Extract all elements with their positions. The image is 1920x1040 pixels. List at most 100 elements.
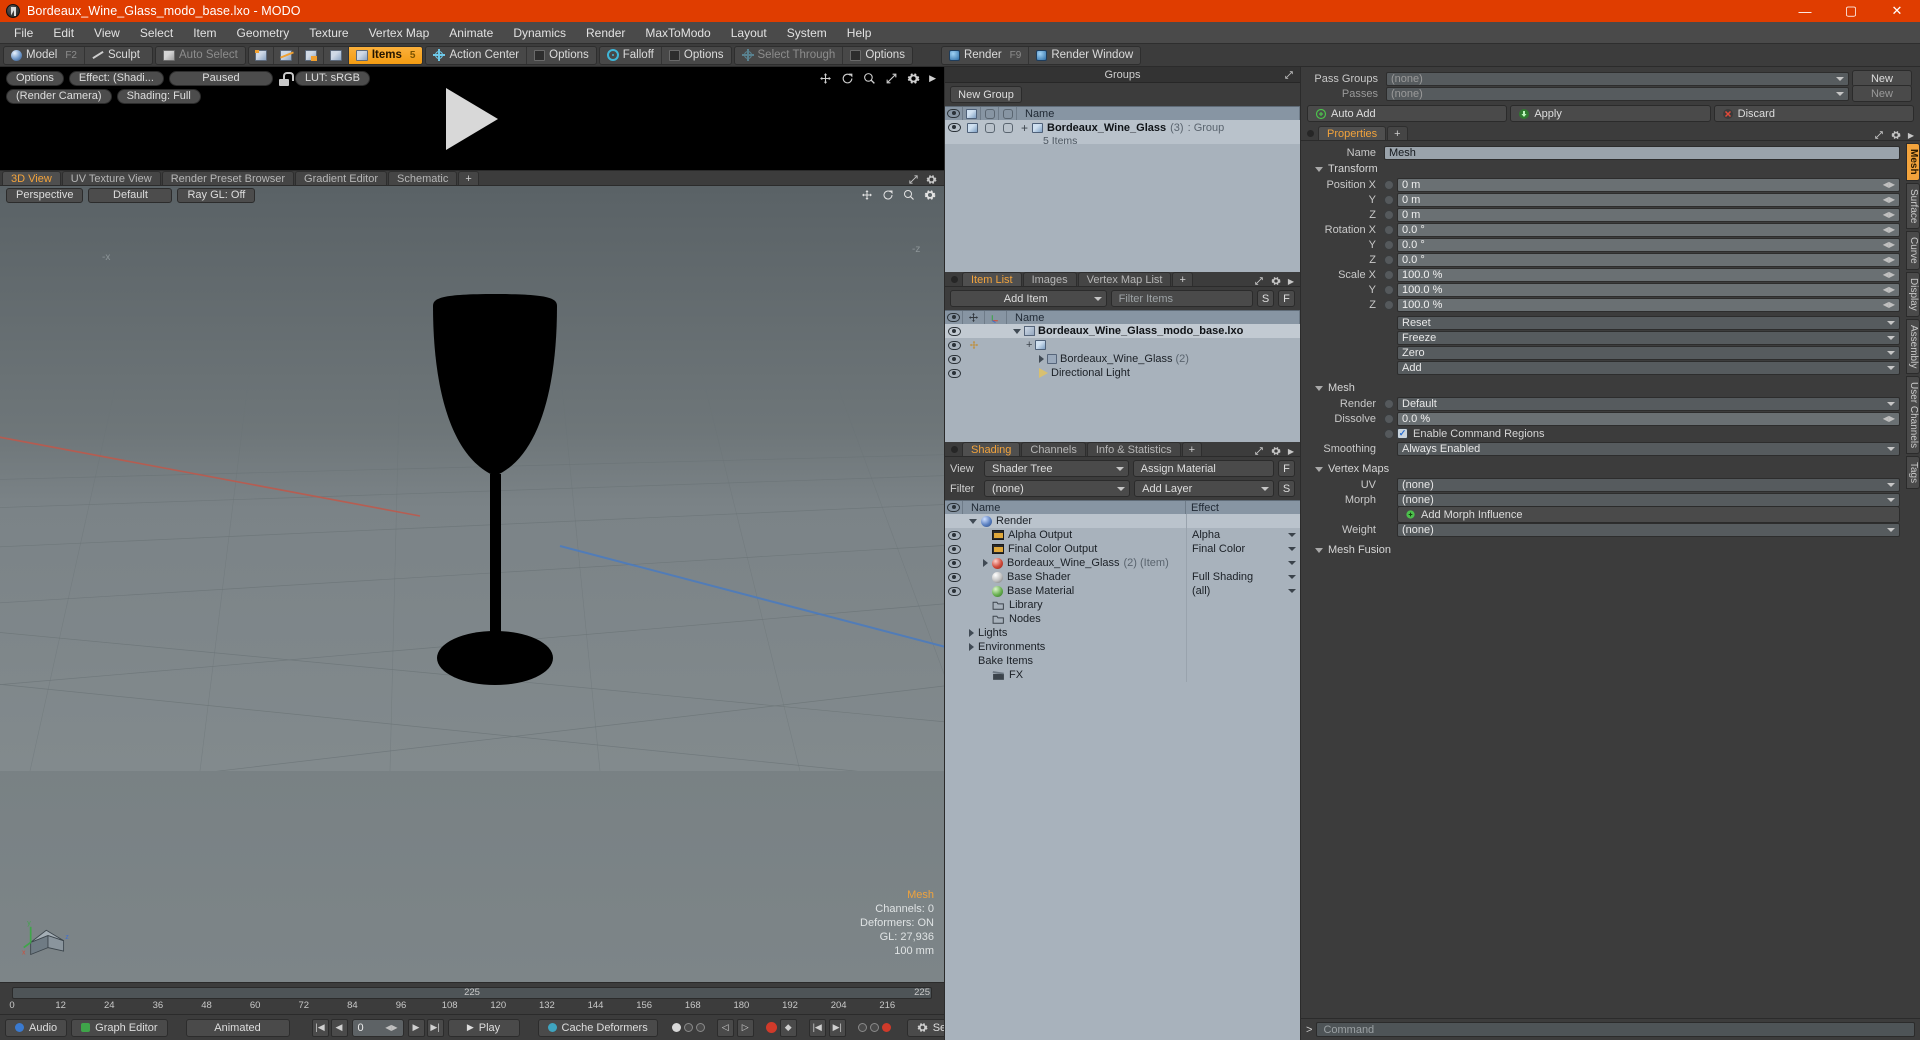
menu-render[interactable]: Render — [576, 22, 635, 44]
cache-deformers-button[interactable]: Cache Deformers — [537, 1018, 658, 1037]
transform-row-input[interactable]: 100.0 % ◀▶ — [1397, 267, 1900, 282]
add-layer-dropdown[interactable]: Add Layer — [1134, 480, 1274, 497]
shader-tree-row[interactable]: Alpha Output Alpha — [945, 528, 1300, 542]
gear-icon[interactable] — [1891, 130, 1901, 140]
expand-arrow-icon[interactable]: ▶ — [1288, 277, 1294, 286]
side-tab-mesh[interactable]: Mesh — [1906, 143, 1920, 181]
shader-tree-row[interactable]: Environments — [945, 640, 1300, 654]
step-forward-button[interactable]: ▶ — [407, 1018, 425, 1037]
mesh-render-dropdown[interactable]: Default — [1397, 396, 1900, 411]
menu-dynamics[interactable]: Dynamics — [503, 22, 576, 44]
name-input[interactable]: Mesh — [1384, 145, 1900, 160]
passes-dropdown[interactable]: (none) — [1386, 86, 1849, 101]
mute-toggle-icon[interactable] — [683, 1023, 693, 1032]
eye-icon[interactable] — [947, 123, 961, 132]
items-mode-button[interactable]: Items 5 — [347, 46, 423, 64]
move-icon[interactable] — [861, 189, 873, 201]
value-spinner-icon[interactable]: ◀▶ — [1883, 225, 1895, 234]
materials-mode-button[interactable] — [322, 46, 348, 64]
groups-list-body[interactable]: + Bordeaux_Wine_Glass (3) : Group 5 Item… — [945, 120, 1300, 272]
expand-icon[interactable] — [969, 629, 974, 637]
maximize-panel-icon[interactable] — [1254, 446, 1264, 456]
shader-tree-row[interactable]: Bake Items — [945, 654, 1300, 668]
gear-icon[interactable] — [907, 72, 920, 85]
value-spinner-icon[interactable]: ◀▶ — [1883, 270, 1895, 279]
shading-f-button[interactable]: F — [1278, 460, 1295, 477]
prev-key-button[interactable]: ◁ — [716, 1018, 734, 1037]
gear-icon[interactable] — [1271, 446, 1281, 456]
add-item-dropdown[interactable]: Add Item — [950, 290, 1107, 307]
tab-gradient-editor[interactable]: Gradient Editor — [295, 171, 387, 185]
transform-section-header[interactable]: Transform — [1305, 160, 1902, 177]
record-key-icon[interactable] — [765, 1022, 777, 1033]
apply-button[interactable]: Apply — [1510, 105, 1711, 122]
transform-row-input[interactable]: 100.0 % ◀▶ — [1397, 297, 1900, 312]
tab-info-statistics[interactable]: Info & Statistics — [1086, 442, 1181, 456]
menu-edit[interactable]: Edit — [43, 22, 84, 44]
channel-knob-icon[interactable] — [1384, 194, 1394, 205]
mesh-section-header[interactable]: Mesh — [1305, 379, 1902, 396]
link-toggle-icon[interactable] — [869, 1023, 879, 1032]
wine-glass-model[interactable] — [0, 186, 944, 771]
shader-tree-body[interactable]: Render Alpha Output Alpha Final Color Outpu… — [945, 514, 1300, 1040]
maximize-panel-icon[interactable] — [1874, 130, 1884, 140]
channel-knob-icon[interactable] — [1384, 254, 1394, 265]
menu-texture[interactable]: Texture — [299, 22, 358, 44]
viewport-raygl-button[interactable]: Ray GL: Off — [177, 187, 256, 203]
transform-action-dropdown[interactable]: Zero — [1397, 345, 1900, 360]
shader-tree-row[interactable]: Nodes — [945, 612, 1300, 626]
range-start-button[interactable]: |◀ — [808, 1018, 826, 1037]
tab-images[interactable]: Images — [1022, 272, 1077, 286]
transform-row-input[interactable]: 0.0 ° ◀▶ — [1397, 237, 1900, 252]
shader-tree-row[interactable]: Base Shader Full Shading — [945, 570, 1300, 584]
sculpt-mode-button[interactable]: Sculpt — [84, 46, 152, 64]
gear-icon[interactable] — [924, 189, 936, 201]
expand-icon[interactable] — [969, 643, 974, 651]
smoothing-dropdown[interactable]: Always Enabled — [1397, 441, 1900, 456]
eye-icon[interactable] — [947, 340, 961, 350]
auto-select-button[interactable]: Auto Select — [156, 47, 245, 64]
channel-knob-icon[interactable] — [1384, 179, 1394, 190]
vertices-mode-button[interactable] — [249, 47, 273, 64]
shader-tree-row[interactable]: Base Material (all) — [945, 584, 1300, 598]
tab-shading[interactable]: Shading — [962, 442, 1021, 456]
record-toggle-icon[interactable] — [671, 1023, 681, 1032]
transform-action-dropdown[interactable]: Freeze — [1397, 330, 1900, 345]
shader-row-effect-cell[interactable] — [1186, 556, 1300, 570]
key-filter-button[interactable]: ◆ — [779, 1018, 797, 1037]
tab-properties[interactable]: Properties — [1318, 126, 1387, 140]
animated-button[interactable]: Animated — [185, 1018, 290, 1037]
eye-icon[interactable] — [947, 544, 961, 554]
expand-icon[interactable] — [1039, 355, 1044, 363]
action-center-button[interactable]: Action Center — [426, 47, 526, 64]
filter-items-input[interactable]: Filter Items — [1110, 290, 1253, 307]
fit-icon[interactable] — [885, 72, 898, 85]
render-toggle-icon[interactable] — [985, 123, 995, 133]
viewport-default-button[interactable]: Default — [88, 187, 173, 203]
side-tab-assembly[interactable]: Assembly — [1906, 318, 1920, 374]
shader-row-effect-cell[interactable]: Full Shading — [1186, 570, 1300, 584]
add-tab-button[interactable]: + — [458, 171, 479, 185]
close-button[interactable]: ✕ — [1874, 0, 1920, 22]
transform-action-dropdown[interactable]: Reset — [1397, 315, 1900, 330]
value-spinner-icon[interactable]: ◀▶ — [1883, 255, 1895, 264]
tab-render-preset-browser[interactable]: Render Preset Browser — [161, 171, 295, 185]
gear-icon[interactable] — [926, 174, 937, 185]
3d-viewport[interactable]: Perspective Default Ray GL: Off -x -z y … — [0, 186, 944, 982]
polygons-mode-button[interactable] — [297, 46, 323, 64]
render-camera-button[interactable]: (Render Camera) — [6, 89, 112, 104]
uv-dropdown[interactable]: (none) — [1397, 477, 1900, 492]
channel-knob-icon[interactable] — [1384, 413, 1394, 424]
next-key-button[interactable]: ▷ — [736, 1018, 754, 1037]
side-tab-display[interactable]: Display — [1906, 271, 1920, 317]
mesh-dissolve-input[interactable]: 0.0 % ◀▶ — [1397, 411, 1900, 426]
maximize-panel-icon[interactable] — [1284, 70, 1294, 80]
menu-view[interactable]: View — [84, 22, 130, 44]
groups-list-item[interactable]: + Bordeaux_Wine_Glass (3) : Group 5 Item… — [945, 120, 1300, 147]
item-list-body[interactable]: Bordeaux_Wine_Glass_modo_base.lxo + Bordea… — [945, 324, 1300, 442]
add-tab-button[interactable]: + — [1387, 126, 1408, 140]
solo-toggle-icon[interactable] — [695, 1023, 705, 1032]
render-preview-panel[interactable]: Options Effect: (Shadi... Paused LUT: sR… — [0, 67, 944, 171]
channel-knob-icon[interactable] — [1384, 224, 1394, 235]
go-to-start-button[interactable]: |◀ — [311, 1018, 329, 1037]
